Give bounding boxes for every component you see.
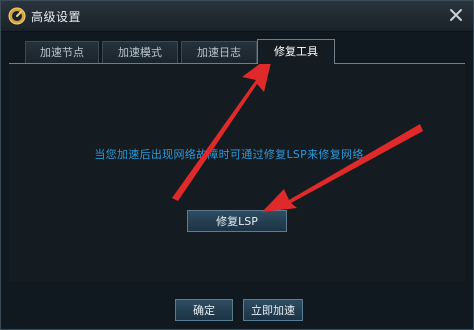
tab-bar: 加速节点 加速模式 加速日志 修复工具 <box>9 39 465 64</box>
accelerate-now-button[interactable]: 立即加速 <box>243 299 303 321</box>
title-bar: 高级设置 <box>1 1 473 32</box>
advanced-settings-window: 高级设置 加速节点 加速模式 加速日志 修复工具 当您加速后出现网络故障时可通过… <box>0 0 474 330</box>
ok-button[interactable]: 确定 <box>175 299 233 321</box>
repair-lsp-button[interactable]: 修复LSP <box>187 210 287 232</box>
window-title: 高级设置 <box>31 10 82 24</box>
repair-tip-text: 当您加速后出现网络故障时可通过修复LSP来修复网络 <box>94 148 364 161</box>
tab-acceleration-log[interactable]: 加速日志 <box>181 41 257 63</box>
settings-content: 加速节点 加速模式 加速日志 修复工具 当您加速后出现网络故障时可通过修复LSP… <box>9 39 465 323</box>
close-icon[interactable] <box>447 6 465 24</box>
tab-acceleration-mode[interactable]: 加速模式 <box>102 41 178 63</box>
tab-acceleration-nodes[interactable]: 加速节点 <box>25 41 99 63</box>
speed-dial-logo-icon <box>8 7 26 25</box>
tab-repair-tools[interactable]: 修复工具 <box>257 39 335 64</box>
repair-tools-panel: 当您加速后出现网络故障时可通过修复LSP来修复网络 修复LSP <box>9 63 465 283</box>
